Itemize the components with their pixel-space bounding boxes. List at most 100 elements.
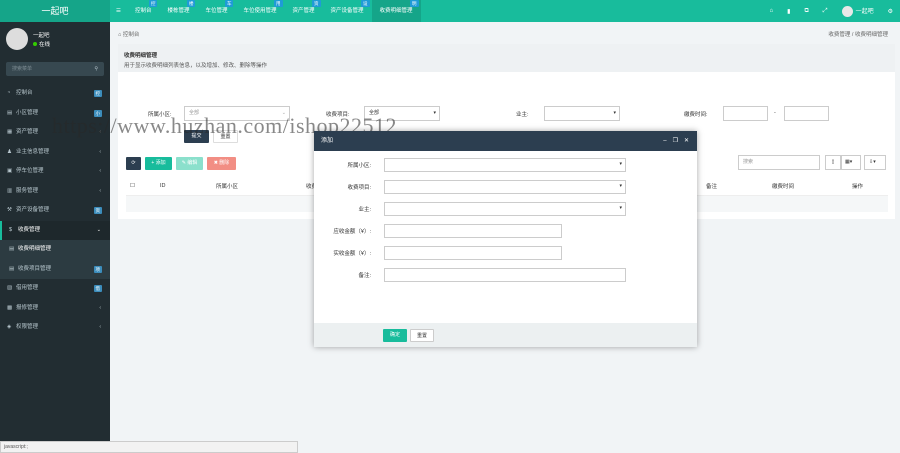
delete-button[interactable]: ✖ 删除 [207, 157, 236, 170]
sidebar-item-label: 服务管理 [16, 187, 39, 194]
nav-item-fee-details[interactable]: 收费明细管理明 [371, 0, 421, 22]
field-label: 所属小区: [347, 163, 371, 169]
nav-toggle[interactable]: ☰ [110, 0, 127, 22]
col-pay-time[interactable]: 缴费时间 [772, 182, 852, 190]
close-icon[interactable]: ✕ [684, 138, 689, 144]
minimize-icon[interactable]: – [663, 138, 666, 144]
filter-time-start[interactable] [723, 106, 768, 121]
breadcrumb-home[interactable]: ⌂ 控制台 [118, 30, 139, 38]
sidebar-item-label: 报修管理 [16, 304, 39, 311]
settings-icon[interactable]: ⚙ [881, 8, 900, 15]
filter-time-label: 缴费时间: [684, 112, 708, 118]
nav-label: 收费明细管理 [379, 8, 413, 14]
field-label: 应收金额（¥）: [333, 229, 371, 235]
received-amount-input[interactable] [384, 246, 562, 260]
sidebar-item-asset-devices[interactable]: ⚒ 资产设备管理 资 [0, 201, 110, 221]
refresh-button[interactable]: ⟳ [126, 157, 141, 170]
remark-input[interactable] [384, 268, 626, 282]
sidebar-item-service[interactable]: ▥ 服务管理 ‹ [0, 182, 110, 202]
home-icon[interactable]: ⌂ [763, 8, 781, 14]
confirm-button[interactable]: 确定 [383, 329, 407, 342]
columns-button[interactable]: ▦▾ [841, 155, 861, 170]
sidebar-user-panel: 一起吧 在线 [0, 22, 110, 58]
sidebar-item-label: 权限管理 [16, 324, 39, 330]
fullscreen-icon[interactable]: ⤢ [816, 8, 835, 15]
app-logo[interactable]: 一起吧 [0, 0, 110, 22]
field-remark-row: 备注: [314, 268, 697, 282]
filter-owner-select[interactable]: ▾ [544, 106, 620, 121]
toggle-view-button[interactable]: ▯ [825, 155, 841, 170]
sidebar-badge: 控 [93, 90, 102, 97]
sidebar-item-repair[interactable]: ▩ 报修管理 ‹ [0, 299, 110, 319]
breadcrumb: ⌂ 控制台 收费管理 / 收费明细管理 [110, 22, 900, 44]
field-label: 收费项目: [347, 185, 371, 191]
sidebar-item-label: 资产设备管理 [16, 207, 50, 213]
nav-item-building[interactable]: 楼栋管理楼 [159, 0, 197, 22]
select-all-checkbox[interactable]: ☐ [126, 183, 160, 189]
maximize-icon[interactable]: ❐ [673, 138, 678, 144]
sidebar-item-parking[interactable]: ▣ 停车位管理 ‹ [0, 162, 110, 182]
sidebar-item-fee-details[interactable]: ▤ 收费明细管理 [0, 240, 110, 260]
nav-item-parking[interactable]: 车位管理车 [197, 0, 235, 22]
caret-down-icon: ▾ [433, 110, 436, 116]
caret-down-icon: ▾ [619, 161, 622, 167]
nav-tag: 资 [312, 0, 321, 7]
dashboard-icon: ◔ [7, 90, 11, 96]
sidebar-item-label: 小区管理 [16, 109, 39, 116]
breadcrumb-parent[interactable]: 收费管理 [828, 32, 850, 38]
table-search-input[interactable]: 搜索 [738, 155, 820, 170]
col-remark[interactable]: 备注 [706, 182, 772, 190]
sidebar-item-permissions[interactable]: ◈ 权限管理 ‹ [0, 318, 110, 338]
sidebar-item-label: 收费明细管理 [18, 246, 52, 252]
sidebar-badge: 项 [93, 265, 102, 273]
sidebar-search-input[interactable]: 搜索菜单 ⚲ [6, 62, 104, 76]
col-id[interactable]: ID [160, 183, 216, 189]
device-icon: ⚒ [7, 207, 12, 213]
field-label: 备注: [358, 273, 371, 279]
nav-tag: 用 [274, 0, 283, 7]
sidebar-item-fee-items[interactable]: ▤ 收费项目管理 项 [0, 259, 110, 279]
nav-item-assets[interactable]: 资产管理资 [285, 0, 323, 22]
sidebar-item-owner-info[interactable]: ♟ 业主信息管理 ‹ [0, 143, 110, 163]
user-icon: ♟ [7, 148, 12, 155]
owner-select[interactable]: ▾ [384, 202, 626, 216]
field-received-row: 实收金额（¥）: [314, 246, 697, 260]
community-select[interactable]: ▾ [384, 158, 626, 172]
sidebar-item-label: 收费管理 [18, 226, 41, 233]
edit-button[interactable]: ✎ 编辑 [176, 157, 203, 170]
nav-label: 楼栋管理 [167, 8, 190, 14]
nav-label: 资产管理 [292, 8, 315, 14]
export-button[interactable]: ⇩▾ [864, 155, 886, 170]
search-icon[interactable]: ⚲ [94, 62, 98, 76]
col-community[interactable]: 所属小区 [216, 182, 306, 190]
filter-owner-label: 业主: [516, 112, 529, 118]
sidebar-item-borrow[interactable]: ▧ 借用管理 借 [0, 279, 110, 299]
browser-status-bar: javascript:; [0, 441, 298, 453]
language-icon[interactable]: ⧉ [797, 8, 815, 15]
nav-item-dashboard[interactable]: 控制台控 [127, 0, 160, 22]
nav-item-asset-devices[interactable]: 资产设备管理设 [323, 0, 372, 22]
filter-time-end[interactable] [784, 106, 829, 121]
chevron-left-icon: ‹ [99, 148, 101, 155]
asset-icon: ▦ [7, 129, 13, 135]
user-menu[interactable]: 一起吧 [835, 5, 881, 17]
nav-label: 控制台 [134, 8, 152, 14]
sidebar-item-label: 资产管理 [16, 129, 39, 135]
add-dialog: 添加 – ❐ ✕ 所属小区: ▾ 收费项目: ▾ 业主: ▾ 应收金额（¥）: 实收… [314, 131, 697, 347]
sidebar: 一起吧 在线 搜索菜单 ⚲ ◔ 控制台控 ▤ 小区管理小 ▦ 资产管理 ‹ ♟ 业主信息管理… [0, 22, 110, 453]
sidebar-item-fees[interactable]: $ 收费管理 ⌄ [0, 220, 110, 240]
nav-tag: 楼 [186, 0, 196, 7]
panel-heading: 收费明细管理 用于显示收费明细列表信息，以及增加、修改、删除等操作 [118, 44, 895, 72]
list-icon: ▤ [9, 265, 15, 272]
fee-item-select[interactable]: ▾ [384, 180, 626, 194]
sidebar-item-dashboard[interactable]: ◔ 控制台 控 [0, 84, 110, 104]
dialog-footer: 确定 重置 [314, 323, 697, 347]
dialog-reset-button[interactable]: 重置 [410, 329, 434, 342]
columns-icon: ▦▾ [845, 159, 853, 165]
chevron-down-icon: ⌄ [96, 226, 101, 233]
add-button[interactable]: + 添加 [145, 157, 172, 170]
nav-item-parking-use[interactable]: 车位使用管理用 [235, 0, 284, 22]
refresh-icon: ⟳ [131, 160, 136, 166]
receivable-amount-input[interactable] [384, 224, 562, 238]
trash-icon[interactable]: ▮ [780, 8, 797, 15]
